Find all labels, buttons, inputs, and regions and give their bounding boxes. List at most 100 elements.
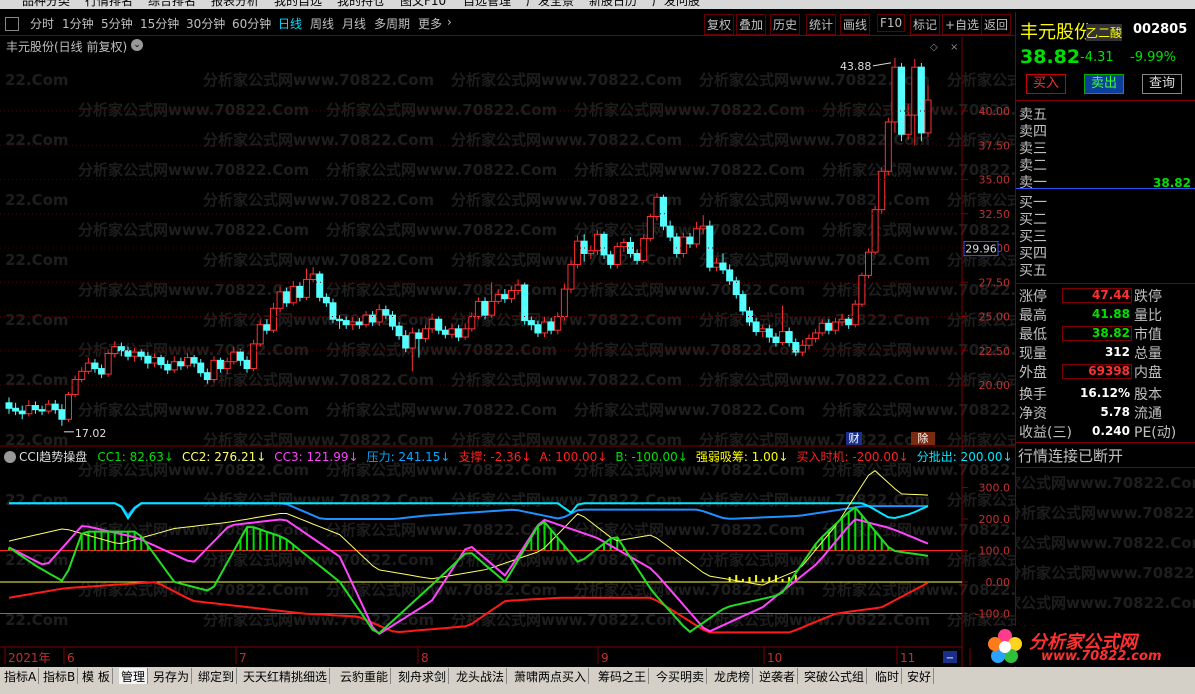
candle-body <box>699 225 707 230</box>
change: -4.31 <box>1080 50 1114 65</box>
toolbar-action[interactable]: +自选 <box>942 14 983 35</box>
menu-item[interactable]: 自选管理 <box>463 0 511 9</box>
candle-body <box>177 361 185 367</box>
candle-body <box>408 332 416 349</box>
date-label: 11 <box>900 651 915 665</box>
period-tab[interactable]: 更多 <box>418 15 442 32</box>
chart-title: 丰元股份(日线 前复权) <box>6 40 128 54</box>
period-tab[interactable]: 5分钟 <box>101 15 133 32</box>
menu-item[interactable]: 我的自选 <box>274 0 322 9</box>
period-tab[interactable]: 1分钟 <box>62 15 94 32</box>
candle-body <box>567 263 575 290</box>
chevron-down-icon[interactable]: ⌄ <box>131 39 143 51</box>
stat-value: 41.88 <box>1092 307 1130 321</box>
menu-item[interactable]: 新股日历 <box>589 0 637 9</box>
period-tab[interactable]: 分时 <box>30 15 54 32</box>
period-tab[interactable]: 多周期 <box>374 15 410 32</box>
bottom-tab[interactable]: 龙头战法 <box>454 668 508 684</box>
buy-button[interactable]: 买入 <box>1026 74 1066 94</box>
more-chevron-icon[interactable]: › <box>447 15 452 29</box>
bottom-tab[interactable]: 筹码之王 <box>596 668 650 684</box>
price-tick-label: 32.50 <box>979 208 1011 221</box>
watermark-text: 分析家公式网www.70822.Com <box>326 161 557 179</box>
bottom-tab[interactable]: 临时 <box>873 668 903 684</box>
toolbar-action[interactable]: F10 <box>877 14 906 32</box>
menu-item[interactable]: 图文F10 <box>400 0 446 9</box>
bottom-tab[interactable]: 另存为 <box>151 668 193 684</box>
candle-body <box>5 402 13 409</box>
candle-body <box>25 405 33 415</box>
indicator-value: CC3: 121.99↓ <box>274 449 359 464</box>
candle-body <box>223 361 231 370</box>
high-arrow <box>872 62 892 67</box>
bottom-tab[interactable]: 模 板 <box>80 668 113 684</box>
bottom-tab[interactable]: 萧啸两点买入 <box>512 668 590 684</box>
watermark-text: 分析家公式网www.70822.Com <box>574 161 805 179</box>
concept-tag[interactable]: 乙二酸 <box>1086 24 1123 41</box>
candle-body <box>541 321 549 334</box>
bottom-tab[interactable]: 突破公式组 <box>802 668 868 684</box>
candle-body <box>349 321 357 326</box>
watermark-text: 分析家公式网www.70822.Com <box>78 221 309 239</box>
menu-item[interactable]: 综合排名 <box>148 0 196 9</box>
toolbar-action[interactable]: 复权 <box>704 14 735 35</box>
indicator-tabs: 指标A 指标B 模 板管理 另存为 绑定到 天天红精挑细选 云豹重能 刻舟求剑 龙头战法 萧啸两点… <box>0 667 1195 694</box>
period-tab[interactable]: 月线 <box>342 15 366 32</box>
menu-item[interactable]: 广发全景 <box>526 0 574 9</box>
menu-item[interactable]: 行情排名 <box>85 0 133 9</box>
chart-area[interactable]: 22.Com 分析家公式网www.70822.Com 分析家公式网www.70822… <box>0 37 1015 667</box>
chevron-down-icon[interactable] <box>4 450 16 463</box>
menu-item[interactable]: 我的持仓 <box>337 0 385 9</box>
watermark-text: 分析家公式网www.70822.Com <box>699 371 930 389</box>
period-tab[interactable]: 30分钟 <box>186 15 225 32</box>
toolbar-action[interactable]: 叠加 <box>736 14 767 35</box>
bottom-tab[interactable]: 指标A <box>2 668 40 684</box>
candle-body <box>745 310 753 323</box>
bottom-tab[interactable]: 安好 <box>905 668 935 684</box>
candle-body <box>150 357 158 364</box>
candle-body <box>633 252 641 261</box>
menu-item[interactable]: 品种分类 <box>22 0 70 9</box>
menu-item[interactable]: 广发问股 <box>652 0 700 9</box>
bottom-tab[interactable]: 今买明卖 <box>654 668 708 684</box>
toolbar-action[interactable]: 统计 <box>806 14 837 35</box>
period-tab[interactable]: 日线 <box>278 15 302 32</box>
layout-icon[interactable] <box>5 17 19 31</box>
watermark-text: 分析家公式网www.70822.Com <box>78 101 309 119</box>
watermark-right: 分析家公式网www.70822.Com 分析家公式网www.70822.Com 分析… <box>1016 472 1195 652</box>
candle-body <box>494 294 502 302</box>
candle-body <box>184 357 192 367</box>
bottom-tab[interactable]: 绑定到 <box>196 668 238 684</box>
bottom-tab[interactable]: 逆袭者 <box>757 668 799 684</box>
period-tab[interactable]: 15分钟 <box>140 15 179 32</box>
period-tab[interactable]: 周线 <box>310 15 334 32</box>
period-tab[interactable]: 60分钟 <box>232 15 271 32</box>
toolbar-action[interactable]: 画线 <box>840 14 871 35</box>
candle-body <box>336 318 344 322</box>
query-button[interactable]: 查询 <box>1142 74 1182 94</box>
bottom-tab[interactable]: 管理 <box>119 668 149 684</box>
candle-body <box>276 291 284 309</box>
stat-label: 流通 <box>1134 406 1162 422</box>
bottom-tab[interactable]: 龙虎榜 <box>712 668 754 684</box>
watermark-text: 分析家公式网www.70822.Com <box>574 341 805 359</box>
high-marker: 43.88 <box>840 60 872 73</box>
watermark-text: 分析家公式网www.70822.Com <box>699 131 930 149</box>
bottom-tab[interactable]: 指标B <box>41 668 79 684</box>
sell-button[interactable]: 卖出 <box>1084 74 1124 94</box>
toolbar-action[interactable]: 标记 <box>910 14 941 35</box>
toolbar-action[interactable]: 返回 <box>981 14 1012 35</box>
watermark-text: 分析家公式网www.70822.Com <box>78 161 309 179</box>
indicator-value: 支撑: -2.36↓ <box>458 450 532 464</box>
bottom-tab[interactable]: 刻舟求剑 <box>396 668 450 684</box>
menu-item[interactable]: 报表分析 <box>211 0 259 9</box>
candle-body <box>706 225 714 268</box>
bottom-tab[interactable]: 天天红精挑细选 <box>241 668 331 684</box>
candle-body <box>580 240 588 254</box>
toolbar-action[interactable]: 历史 <box>770 14 801 35</box>
watermark-text: 分析家公式网www.70822.Com <box>451 491 682 509</box>
candle-body <box>58 409 66 420</box>
bottom-tab[interactable]: 云豹重能 <box>338 668 392 684</box>
candle-body <box>765 328 773 338</box>
stat-value: 16.12% <box>1080 386 1130 400</box>
